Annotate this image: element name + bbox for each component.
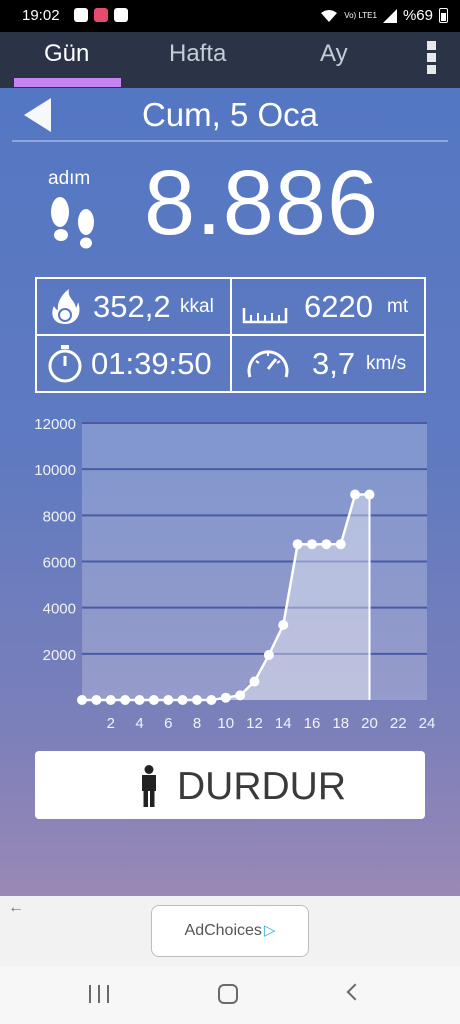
- data-point: [220, 692, 231, 703]
- speed-unit: km/s: [366, 353, 407, 374]
- data-point: [77, 695, 87, 705]
- recents-icon[interactable]: [89, 985, 109, 1003]
- x-tick-label: 16: [304, 715, 321, 732]
- ruler-icon: [242, 308, 288, 324]
- stats-grid: 352,2 kkal 6220 mt 01:39:50 3,7 km/s: [35, 277, 426, 393]
- app-notification-icon: [94, 8, 108, 22]
- steps-label: adım: [48, 168, 91, 189]
- y-tick-label: 10000: [34, 462, 76, 479]
- gallery-notification-icon: [74, 8, 88, 22]
- calories-value: 352,2: [93, 289, 171, 324]
- active-tab-indicator: [14, 78, 121, 87]
- data-point: [134, 695, 145, 705]
- person-icon: [142, 765, 156, 807]
- x-tick-label: 18: [332, 715, 349, 732]
- previous-day-arrow-icon[interactable]: [24, 98, 51, 132]
- distance-value: 6220: [304, 289, 373, 324]
- data-point: [292, 539, 303, 550]
- x-tick-label: 20: [361, 715, 378, 732]
- distance-unit: mt: [387, 296, 409, 317]
- data-point: [350, 489, 361, 500]
- x-tick-label: 24: [419, 715, 436, 732]
- header-divider: [12, 140, 448, 142]
- status-bar: 19:02 Vo) LTE1 %69: [0, 0, 460, 32]
- tab-week[interactable]: Hafta: [169, 40, 226, 68]
- main-panel: Cum, 5 Oca adım 8.886 352,2 kkal 6220 mt: [0, 88, 460, 896]
- home-icon[interactable]: [218, 984, 238, 1004]
- data-point: [278, 619, 289, 630]
- status-right: Vo) LTE1 %69: [320, 7, 448, 24]
- ad-banner: ← AdChoices ▷: [0, 896, 460, 966]
- back-icon[interactable]: [346, 983, 364, 1001]
- speedometer-icon: [247, 350, 289, 378]
- wifi-icon: [321, 9, 338, 22]
- data-point: [192, 695, 202, 705]
- signal-icon: [382, 8, 397, 23]
- data-point: [177, 695, 188, 705]
- stop-button-label: DURDUR: [177, 765, 346, 808]
- y-tick-label: 2000: [43, 647, 76, 664]
- x-tick-label: 4: [135, 715, 143, 732]
- battery-icon: [439, 8, 448, 23]
- overflow-menu-icon[interactable]: [424, 41, 438, 77]
- data-point: [307, 539, 317, 550]
- speed-cell: 3,7 km/s: [232, 336, 425, 391]
- data-point: [263, 649, 274, 660]
- tab-day[interactable]: Gün: [44, 40, 89, 68]
- lte-indicator: Vo) LTE1: [344, 10, 377, 20]
- x-tick-label: 2: [107, 715, 115, 732]
- stop-button[interactable]: DURDUR: [35, 751, 425, 819]
- flame-icon: [52, 289, 80, 324]
- tab-month[interactable]: Ay: [320, 40, 348, 68]
- x-tick-label: 12: [246, 715, 263, 732]
- data-point: [105, 695, 116, 705]
- duration-value: 01:39:50: [91, 346, 212, 381]
- period-tabs: Gün Hafta Ay: [0, 32, 460, 88]
- message-notification-icon: [114, 8, 128, 22]
- data-point: [364, 489, 375, 500]
- y-tick-label: 6000: [43, 555, 76, 572]
- adchoices-label: AdChoices: [184, 922, 262, 939]
- y-tick-label: 4000: [43, 601, 76, 618]
- x-tick-label: 10: [217, 715, 234, 732]
- adchoices-button[interactable]: AdChoices ▷: [151, 905, 309, 957]
- hourly-steps-chart: 120001000080006000400020002 4 6 8 10 12 14 16 18…: [34, 416, 436, 732]
- y-tick-label: 12000: [34, 416, 76, 433]
- data-point: [148, 695, 159, 705]
- battery-percent: %69: [402, 7, 433, 24]
- footprints-icon: [51, 197, 94, 249]
- step-count: 8.886: [144, 152, 380, 254]
- data-point: [163, 695, 174, 705]
- distance-cell: 6220 mt: [232, 279, 425, 334]
- x-tick-label: 6: [164, 715, 172, 732]
- data-point: [335, 539, 346, 550]
- adchoices-icon: ▷: [263, 922, 276, 939]
- x-tick-label: 14: [275, 715, 292, 732]
- data-point: [321, 539, 332, 550]
- stopwatch-icon: [48, 345, 82, 383]
- notification-icons: [74, 8, 128, 22]
- y-tick-label: 8000: [43, 508, 76, 525]
- speed-value: 3,7: [312, 346, 356, 381]
- x-tick-label: 22: [390, 715, 407, 732]
- duration-cell: 01:39:50: [37, 336, 230, 391]
- x-tick-label: 8: [193, 715, 201, 732]
- system-nav-bar: [0, 966, 460, 1024]
- date-title: Cum, 5 Oca: [141, 96, 319, 133]
- data-point: [91, 695, 102, 705]
- data-point: [120, 695, 131, 705]
- calories-cell: 352,2 kkal: [37, 279, 230, 334]
- calories-unit: kkal: [180, 296, 214, 317]
- data-point: [249, 676, 260, 687]
- data-point: [206, 695, 217, 705]
- status-time: 19:02: [22, 7, 60, 24]
- ad-back-arrow-icon[interactable]: ←: [8, 899, 24, 917]
- data-point: [235, 690, 246, 701]
